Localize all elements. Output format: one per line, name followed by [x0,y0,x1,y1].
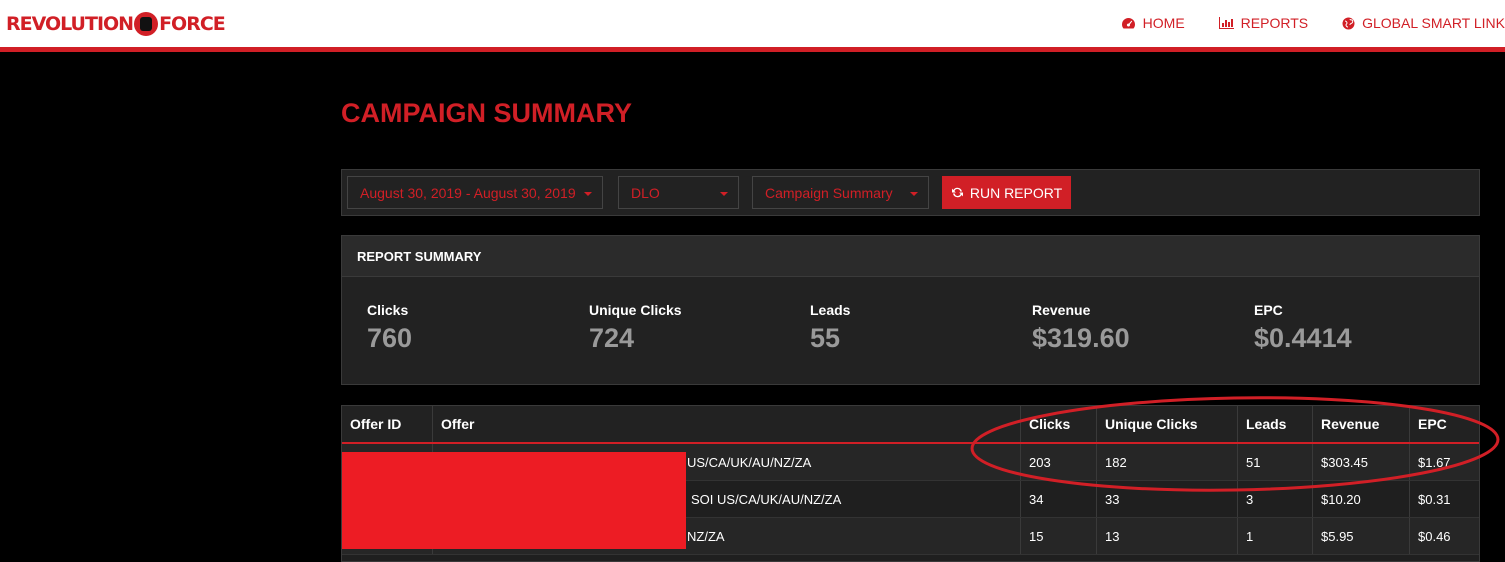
redaction-block [342,452,686,549]
main-nav: HOME REPORTS GLOBAL SMART LINK [1087,15,1505,31]
cell-leads: 1 [1237,518,1312,554]
report-summary-title: REPORT SUMMARY [342,236,1479,277]
globe-icon [1342,17,1355,29]
col-offer-id[interactable]: Offer ID [342,406,432,442]
cell-clicks: 203 [1020,444,1096,480]
date-range-select[interactable]: August 30, 2019 - August 30, 2019 [347,176,603,209]
filter-bar: August 30, 2019 - August 30, 2019 DLO Ca… [341,169,1480,216]
nav-reports[interactable]: REPORTS [1218,15,1309,31]
nav-global-smart-link-label: GLOBAL SMART LINK [1362,15,1505,31]
stat-value: $319.60 [1032,323,1130,353]
col-clicks[interactable]: Clicks [1020,406,1096,442]
stat-label: Leads [810,302,851,318]
stat-epc: EPC $0.4414 [1254,302,1352,354]
col-epc[interactable]: EPC [1409,406,1479,442]
stat-leads: Leads 55 [810,302,850,354]
refresh-icon [951,187,963,198]
cell-unique-clicks: 33 [1096,481,1237,517]
nav-reports-label: REPORTS [1240,15,1309,31]
date-range-value: August 30, 2019 - August 30, 2019 [360,184,576,201]
cell-epc: $0.46 [1409,518,1479,554]
run-report-button[interactable]: RUN REPORT [942,176,1071,209]
account-value: DLO [631,184,660,201]
col-offer[interactable]: Offer [432,406,1020,442]
col-unique-clicks[interactable]: Unique Clicks [1096,406,1237,442]
bar-chart-icon [1218,17,1234,29]
cell-revenue: $10.20 [1312,481,1409,517]
fist-icon [134,12,159,36]
stat-value: $0.4414 [1254,323,1352,353]
cell-leads: 51 [1237,444,1312,480]
stat-value: 724 [589,323,635,353]
nav-home[interactable]: HOME [1121,15,1185,31]
stat-label: Revenue [1032,302,1091,318]
nav-global-smart-link[interactable]: GLOBAL SMART LINK [1342,15,1505,31]
report-type-select[interactable]: Campaign Summary [752,176,929,209]
cell-unique-clicks: 182 [1096,444,1237,480]
cell-revenue: $303.45 [1312,444,1409,480]
account-select[interactable]: DLO [618,176,739,209]
cell-unique-clicks: 13 [1096,518,1237,554]
stat-unique-clicks: Unique Clicks 724 [589,302,682,354]
brand-logo[interactable]: REVOLUTION FORCE [6,10,226,38]
cell-clicks: 34 [1020,481,1096,517]
stat-clicks: Clicks 760 [367,302,412,354]
report-type-value: Campaign Summary [765,184,893,201]
stat-revenue: Revenue $319.60 [1032,302,1130,354]
cell-revenue: $5.95 [1312,518,1409,554]
stat-value: 760 [367,323,413,353]
logo-text-force: FORCE [159,13,226,35]
logo-text-revolution: REVOLUTION [6,13,134,35]
table-header-row: Offer ID Offer Clicks Unique Clicks Lead… [342,406,1479,444]
col-leads[interactable]: Leads [1237,406,1312,442]
col-revenue[interactable]: Revenue [1312,406,1409,442]
dashboard-icon [1121,18,1135,29]
caret-down-icon [584,192,592,196]
cell-epc: $0.31 [1409,481,1479,517]
nav-home-label: HOME [1142,15,1185,31]
caret-down-icon [910,192,918,196]
stat-label: EPC [1254,302,1283,318]
run-report-label: RUN REPORT [969,184,1063,201]
cell-epc: $1.67 [1409,444,1479,480]
header-accent-line [0,47,1505,52]
stat-value: 55 [810,323,841,353]
cell-clicks: 15 [1020,518,1096,554]
cell-leads: 3 [1237,481,1312,517]
stat-label: Clicks [367,302,409,318]
top-navbar: REVOLUTION FORCE HOME REPORTS GLOBAL SMA… [0,0,1505,47]
caret-down-icon [720,192,728,196]
report-summary-panel: REPORT SUMMARY Clicks 760 Unique Clicks … [341,235,1480,385]
page-title: CAMPAIGN SUMMARY [341,98,632,128]
stat-label: Unique Clicks [589,302,682,318]
